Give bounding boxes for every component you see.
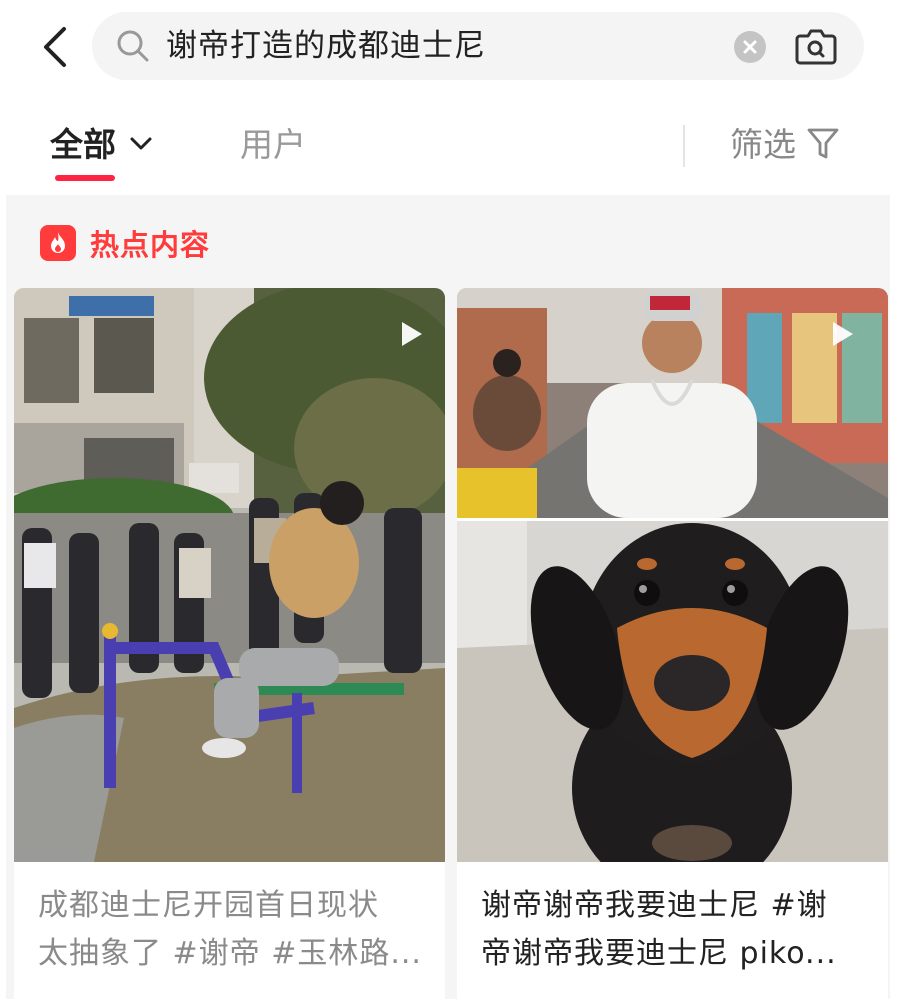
card-title: 成都迪士尼开园首日现状 太抽象了 #谢帝 #玉林路... [38, 882, 428, 978]
play-icon [402, 322, 422, 346]
filter-label: 筛选 [730, 125, 796, 164]
search-query-text: 谢帝打造的成都迪士尼 [166, 28, 486, 64]
card-title-line: 帝谢帝我要迪士尼 piko... [481, 936, 837, 971]
card-title-line: 太抽象了 #谢帝 #玉林路... [38, 936, 422, 971]
filter-button[interactable]: 筛选 [730, 95, 840, 195]
card-title-line: 谢帝谢帝我要迪士尼 #谢 [481, 888, 828, 923]
hot-section-header: 热点内容 [40, 223, 210, 263]
results-area: 热点内容 成都迪士尼开园首日现状 太抽象了 #谢帝 #玉林路... 谢帝谢帝我要… [6, 195, 890, 999]
filter-icon [807, 128, 839, 158]
collage-image [457, 288, 888, 862]
tab-user-label: 用户 [240, 125, 306, 164]
tab-all-label: 全部 [50, 125, 116, 164]
park-scene-image [14, 288, 445, 862]
chevron-left-icon [44, 27, 66, 67]
chevron-down-icon [130, 137, 152, 149]
play-icon [833, 322, 853, 346]
flame-icon [40, 225, 76, 261]
camera-search-icon [795, 29, 837, 65]
video-thumbnail [14, 288, 445, 862]
clear-icon [743, 40, 757, 54]
search-icon [117, 30, 149, 62]
card-title: 谢帝谢帝我要迪士尼 #谢 帝谢帝我要迪士尼 piko... [481, 882, 871, 978]
tabs-bar: 全部 用户 筛选 [0, 95, 916, 195]
camera-search-button[interactable] [795, 26, 837, 66]
clear-button[interactable] [734, 31, 766, 63]
tab-user[interactable]: 用户 [240, 95, 306, 195]
search-input[interactable]: 谢帝打造的成都迪士尼 [92, 12, 864, 80]
top-bar: 谢帝打造的成都迪士尼 [0, 0, 916, 95]
video-thumbnail [457, 288, 888, 862]
card-title-line: 成都迪士尼开园首日现状 [38, 888, 379, 923]
result-card[interactable]: 成都迪士尼开园首日现状 太抽象了 #谢帝 #玉林路... [14, 288, 445, 999]
active-tab-indicator [55, 175, 115, 181]
tab-divider [683, 125, 685, 167]
result-card[interactable]: 谢帝谢帝我要迪士尼 #谢 帝谢帝我要迪士尼 piko... [457, 288, 888, 999]
back-button[interactable] [30, 22, 80, 72]
hot-section-label: 热点内容 [90, 228, 211, 262]
